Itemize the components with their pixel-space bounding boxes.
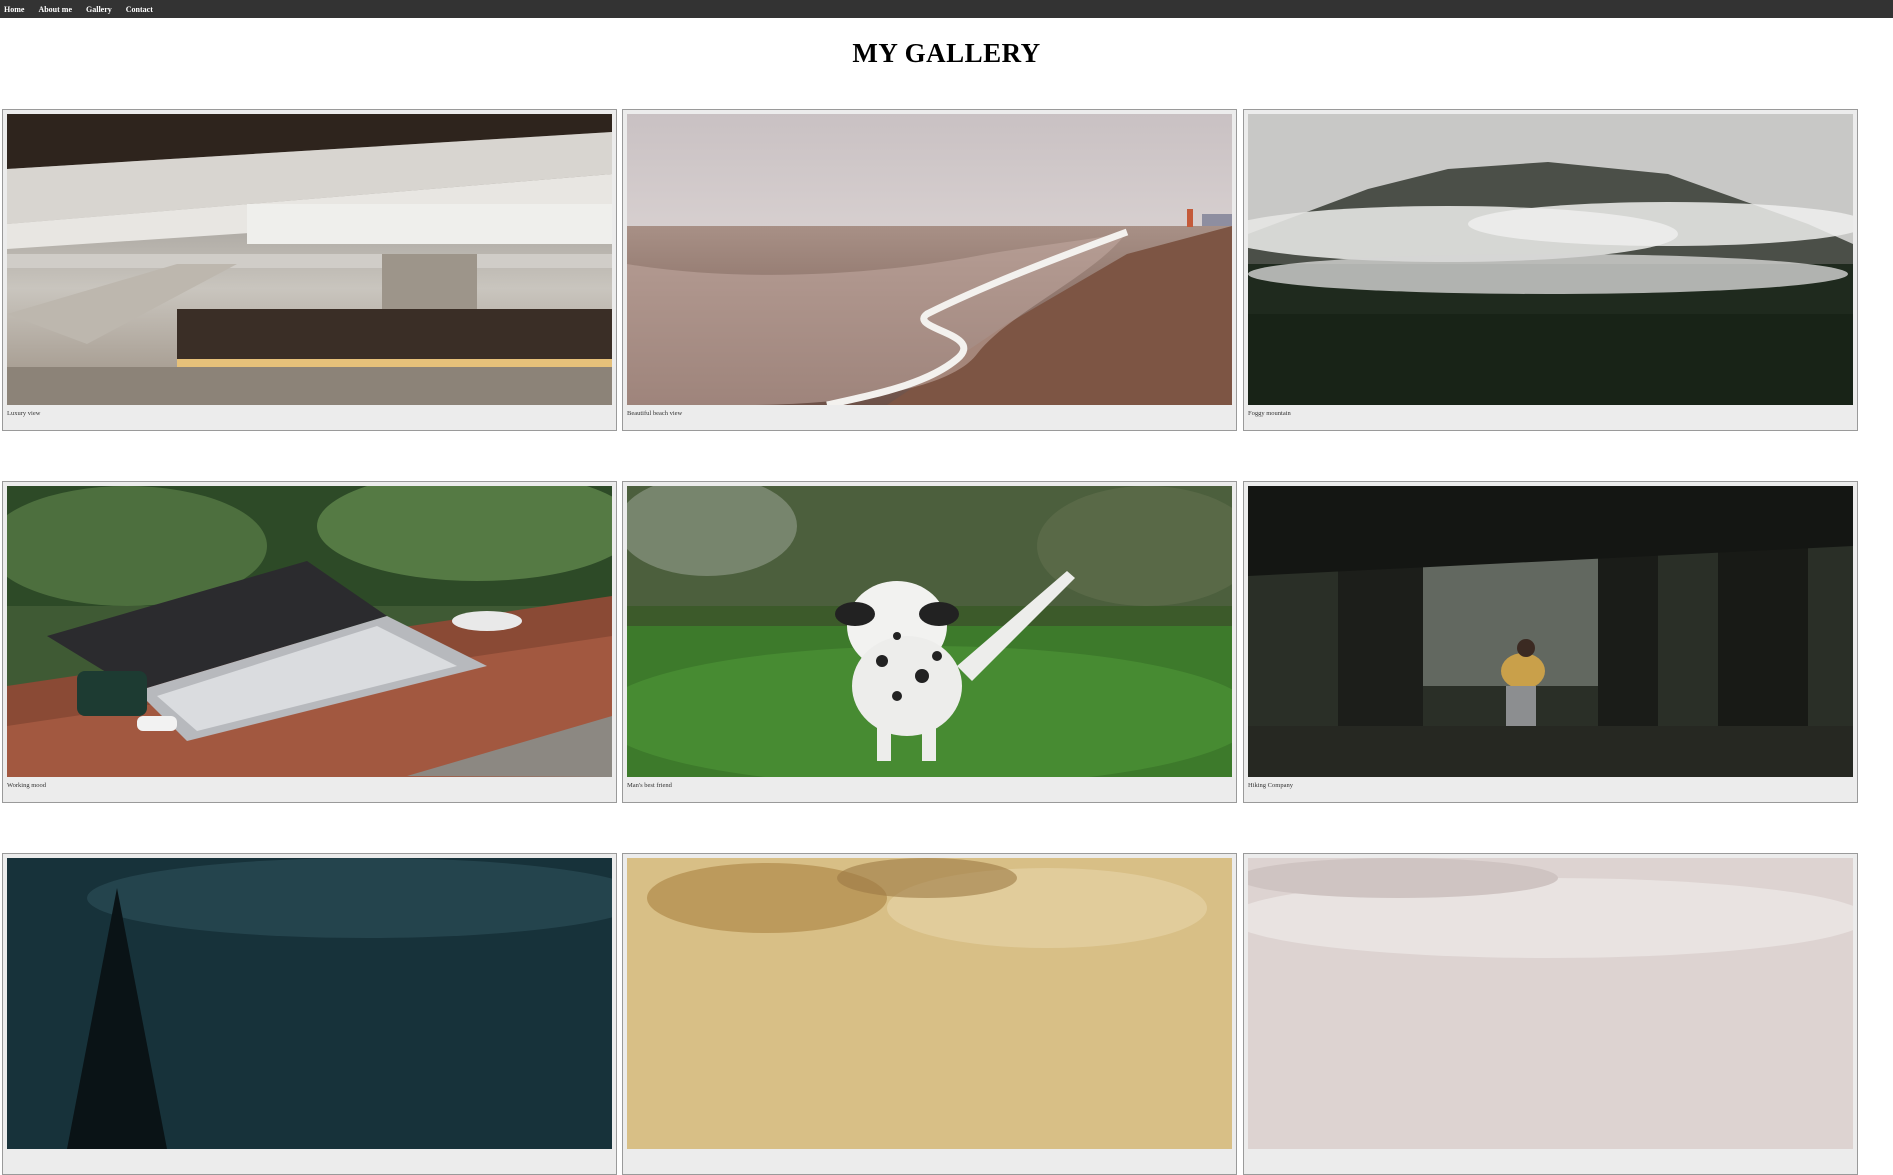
nav-link-gallery[interactable]: Gallery: [86, 5, 112, 14]
gallery-photo-mountain[interactable]: [1248, 114, 1853, 405]
gallery-caption: Working mood: [7, 782, 47, 789]
gallery-card-hiking-company[interactable]: Hiking Company: [1243, 481, 1858, 803]
gallery-card-mans-best-friend[interactable]: Man's best friend: [622, 481, 1237, 803]
gallery-photo-laptop[interactable]: [7, 486, 612, 777]
page-title: MY GALLERY: [852, 38, 1041, 68]
gallery-caption: Foggy mountain: [1248, 410, 1291, 417]
gallery-photo-cloudy-sky[interactable]: [1248, 858, 1853, 1149]
gallery-photo-night-sky[interactable]: [7, 858, 612, 1149]
gallery-caption: Luxury view: [7, 410, 41, 417]
gallery-photo-beach[interactable]: [627, 114, 1232, 405]
gallery-photo-forest-hiker[interactable]: [1248, 486, 1853, 777]
nav-link-about-me[interactable]: About me: [38, 5, 72, 14]
gallery-caption: Beautiful beach view: [627, 410, 683, 417]
gallery-card-autumn[interactable]: [622, 853, 1237, 1175]
gallery-photo-autumn-leaves[interactable]: [627, 858, 1232, 1149]
gallery-photo-interior[interactable]: [7, 114, 612, 405]
gallery-card-luxury-view[interactable]: Luxury view: [2, 109, 617, 431]
gallery-caption: Man's best friend: [627, 782, 672, 789]
gallery-card-night-sky[interactable]: [2, 853, 617, 1175]
gallery-photo-dalmatian[interactable]: [627, 486, 1232, 777]
nav-link-home[interactable]: Home: [4, 5, 24, 14]
nav-link-contact[interactable]: Contact: [126, 5, 153, 14]
gallery-card-beach-view[interactable]: Beautiful beach view: [622, 109, 1237, 431]
top-navbar: Home About me Gallery Contact: [0, 0, 1893, 18]
gallery-card-cloudy-sky[interactable]: [1243, 853, 1858, 1175]
gallery-card-foggy-mountain[interactable]: Foggy mountain: [1243, 109, 1858, 431]
gallery-caption: Hiking Company: [1248, 782, 1293, 789]
gallery-card-working-mood[interactable]: Working mood: [2, 481, 617, 803]
